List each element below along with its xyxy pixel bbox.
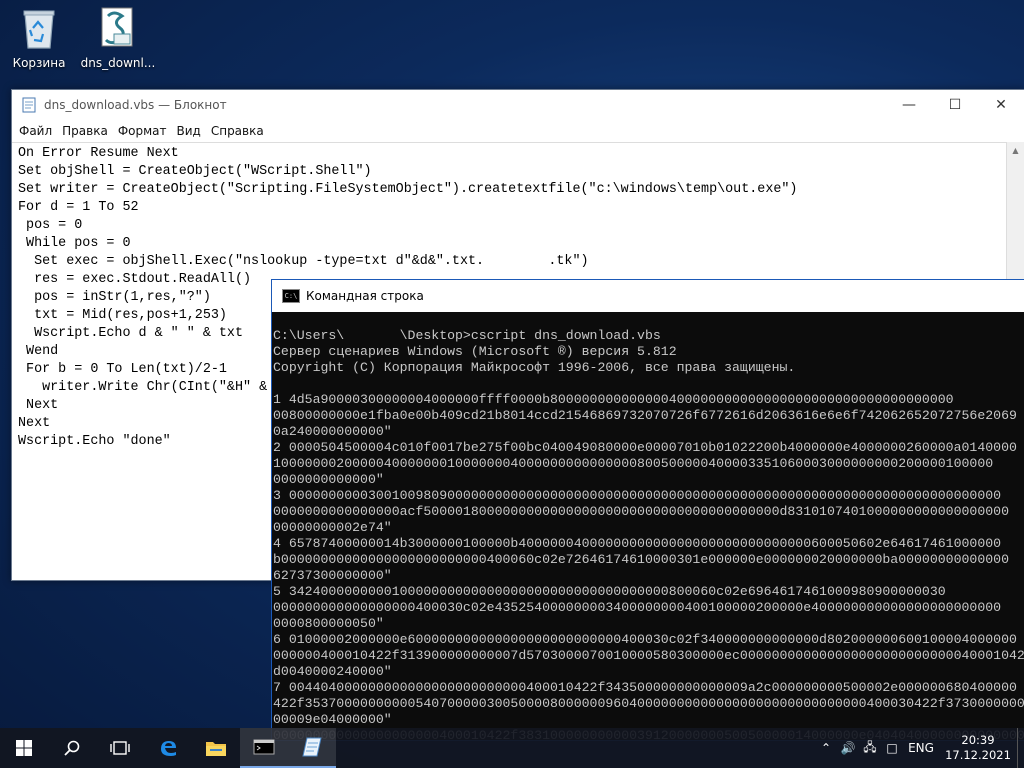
cmd-header-line: C:\Users\ \Desktop>cscript dns_download.…	[273, 328, 661, 343]
recycle-bin-icon	[19, 6, 59, 50]
notepad-title: dns_download.vbs — Блокнот	[44, 98, 227, 112]
minimize-button[interactable]: —	[886, 90, 932, 120]
cmd-output-line: 422f353700000000005407000003005000080000…	[273, 696, 1024, 711]
notepad-icon	[302, 737, 322, 757]
cmd-output-line: 62737300000000"	[273, 568, 392, 583]
cmd-output-line: 000000000000000000400030c02e435254000000…	[273, 600, 1002, 615]
cmd-icon: C:\	[282, 289, 300, 303]
notepad-title-bar[interactable]: dns_download.vbs — Блокнот — ☐ ✕	[12, 90, 1024, 120]
cmd-output-line: 4 65787400000014b3000000100000b400000040…	[273, 536, 1002, 551]
chevron-up-icon[interactable]: ⌃	[815, 741, 837, 755]
clock-time: 20:39	[961, 733, 995, 747]
cmd-output-line: 00800000000e1fba0e00b409cd21b8014ccd2154…	[273, 408, 1017, 423]
notepad-taskbar-button[interactable]	[288, 728, 336, 768]
start-button[interactable]	[0, 728, 48, 768]
scroll-up-icon[interactable]: ▲	[1007, 142, 1024, 159]
search-button[interactable]	[48, 728, 96, 768]
menu-format[interactable]: Формат	[113, 124, 172, 138]
cmd-output-line: 6 01000002000000e60000000000000000000000…	[273, 632, 1017, 647]
cmd-output-line: b00000000000000000000000000400060c02e726…	[273, 552, 1009, 567]
search-icon	[64, 740, 80, 756]
cmd-output-line: 00000000002e74"	[273, 520, 392, 535]
cmd-output-line: 2 0000504500004c010f0017be275f00bc040049…	[273, 440, 1017, 455]
close-icon: ✕	[995, 97, 1007, 113]
language-indicator[interactable]: ENG	[903, 741, 939, 755]
menu-help[interactable]: Справка	[206, 124, 269, 138]
show-desktop-button[interactable]	[1017, 728, 1024, 768]
menu-file[interactable]: Файл	[14, 124, 57, 138]
menu-edit[interactable]: Правка	[57, 124, 113, 138]
close-button[interactable]: ✕	[978, 90, 1024, 120]
action-center-icon[interactable]: □	[881, 741, 903, 755]
dns-download-label: dns_downl...	[80, 56, 156, 70]
edge-icon	[161, 741, 176, 756]
menu-view[interactable]: Вид	[172, 124, 206, 138]
cmd-icon	[253, 739, 275, 755]
notepad-menu-bar: Файл Правка Формат Вид Справка	[12, 120, 1024, 142]
folder-icon	[206, 742, 226, 756]
cmd-output-line: d0040000240000"	[273, 664, 392, 679]
vbs-script-icon	[98, 6, 138, 50]
cmd-output-line: 000000400010422f313900000000007d57030000…	[273, 648, 1024, 663]
recycle-bin-label: Корзина	[12, 56, 66, 70]
edge-button[interactable]	[144, 728, 192, 768]
cmd-output-line: 3 00000000003001009809000000000000000000…	[273, 488, 1002, 503]
cmd-output-line: 1 4d5a90000300000004000000ffff0000b80000…	[273, 392, 954, 407]
file-explorer-button[interactable]	[192, 728, 240, 768]
maximize-button[interactable]: ☐	[932, 90, 978, 120]
cmd-title-bar[interactable]: C:\ Командная строка	[272, 280, 1024, 312]
minimize-icon: —	[902, 97, 916, 113]
windows-logo-icon	[16, 740, 32, 756]
clock[interactable]: 20:39 17.12.2021	[939, 733, 1017, 763]
system-tray: ⌃ 🔊 🖧 □ ENG 20:39 17.12.2021	[815, 728, 1024, 768]
desktop-icon-dns-download[interactable]: dns_downl...	[80, 6, 156, 70]
desktop-icon-recycle-bin[interactable]: Корзина	[1, 6, 77, 70]
task-view-icon	[110, 741, 130, 755]
cmd-blank-line	[273, 376, 1024, 392]
cmd-output[interactable]: C:\Users\ \Desktop>cscript dns_download.…	[272, 312, 1024, 740]
task-view-button[interactable]	[96, 728, 144, 768]
cmd-output-line: 1000000020000040000000100000004000000000…	[273, 456, 994, 471]
network-icon[interactable]: 🖧	[859, 738, 881, 759]
cmd-output-line: 5 34240000000001000000000000000000000000…	[273, 584, 946, 599]
maximize-icon: ☐	[948, 97, 962, 113]
notepad-icon	[22, 97, 36, 113]
cmd-text: C:\Users\ \Desktop>cscript dns_download.…	[272, 312, 1024, 740]
cmd-header-line: Сервер сценариев Windows (Microsoft ®) в…	[273, 344, 677, 359]
cmd-taskbar-button[interactable]	[240, 728, 288, 768]
cmd-header-line: Copyright (C) Корпорация Майкрософт 1996…	[273, 360, 796, 375]
clock-date: 17.12.2021	[945, 748, 1011, 762]
cmd-output-line: 00009e04000000"	[273, 712, 392, 727]
cmd-title: Командная строка	[306, 289, 424, 303]
cmd-output-line: 0000800000050"	[273, 616, 384, 631]
taskbar: ⌃ 🔊 🖧 □ ENG 20:39 17.12.2021	[0, 728, 1024, 768]
cmd-output-line: 0a240000000000"	[273, 424, 392, 439]
cmd-output-line: 0000000000000"	[273, 472, 384, 487]
cmd-output-line: 7 00440400000000000000000000000040001042…	[273, 680, 1017, 695]
speaker-icon[interactable]: 🔊	[837, 741, 859, 755]
cmd-output-line: 0000000000000000acf500001800000000000000…	[273, 504, 1009, 519]
cmd-window[interactable]: C:\ Командная строка C:\Users\ \Desktop>…	[271, 279, 1024, 741]
